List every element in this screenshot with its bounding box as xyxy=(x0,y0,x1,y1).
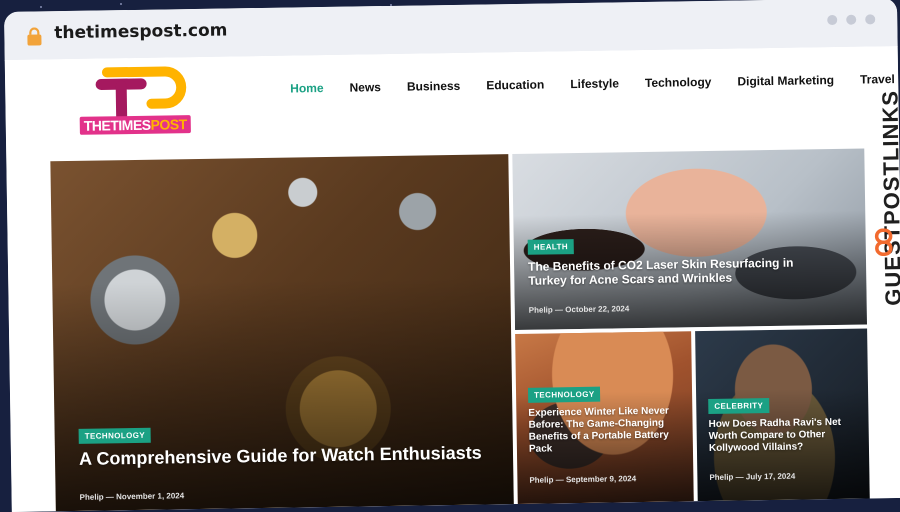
nav-technology[interactable]: Technology xyxy=(632,75,725,90)
brand-text: GUESTPOSTLINKS xyxy=(877,89,900,306)
nav-travel[interactable]: Travel xyxy=(847,72,900,87)
logo-text-part1: THETIMES xyxy=(83,116,151,134)
article-title[interactable]: How Does Radha Ravi's Net Worth Compare … xyxy=(708,417,859,455)
article-card-technology[interactable]: TECHNOLOGY Experience Winter Like Never … xyxy=(515,331,694,504)
category-tag[interactable]: HEALTH xyxy=(527,239,575,255)
article-meta: Phelip — September 9, 2024 xyxy=(529,474,636,485)
article-author[interactable]: Phelip xyxy=(529,305,553,314)
window-dot[interactable] xyxy=(827,14,838,26)
website: THETIMESPOST Home News Business Educatio… xyxy=(4,45,900,512)
featured-article-card[interactable]: TECHNOLOGY A Comprehensive Guide for Wat… xyxy=(50,154,514,512)
logo-text-part2: POST xyxy=(150,116,187,133)
category-tag[interactable]: TECHNOLOGY xyxy=(527,386,601,403)
guestpostlinks-brand: GUESTPOSTLINKS xyxy=(863,86,900,337)
article-card-health[interactable]: HEALTH The Benefits of CO2 Laser Skin Re… xyxy=(512,148,868,331)
window-dot[interactable] xyxy=(846,14,857,25)
logo-text: THETIMESPOST xyxy=(79,115,191,135)
article-meta: Phelip — November 1, 2024 xyxy=(80,491,185,502)
article-title[interactable]: The Benefits of CO2 Laser Skin Resurfaci… xyxy=(528,255,828,289)
article-author[interactable]: Phelip xyxy=(709,473,733,482)
browser-window: thetimespost.com THETIMESPOST Home News … xyxy=(4,0,900,512)
nav-education[interactable]: Education xyxy=(473,77,557,93)
window-controls xyxy=(827,14,876,26)
meta-separator: — xyxy=(735,472,744,482)
nav-digital-marketing[interactable]: Digital Marketing xyxy=(724,73,847,89)
lock-icon xyxy=(27,27,42,46)
meta-separator: — xyxy=(554,305,564,315)
article-title[interactable]: Experience Winter Like Never Before: The… xyxy=(528,405,679,455)
article-date: October 22, 2024 xyxy=(565,304,630,315)
category-tag[interactable]: CELEBRITY xyxy=(708,398,770,414)
window-dot[interactable] xyxy=(865,14,876,25)
meta-separator: — xyxy=(555,475,564,485)
category-tag[interactable]: TECHNOLOGY xyxy=(78,427,152,444)
article-meta: Phelip — October 22, 2024 xyxy=(529,304,630,315)
url-text[interactable]: thetimespost.com xyxy=(54,20,227,43)
nav-business[interactable]: Business xyxy=(394,79,474,94)
nav-home[interactable]: Home xyxy=(277,81,337,96)
article-author[interactable]: Phelip xyxy=(80,492,104,501)
article-date: November 1, 2024 xyxy=(116,491,185,502)
link-icon xyxy=(874,228,893,256)
nav-lifestyle[interactable]: Lifestyle xyxy=(557,76,632,91)
main-nav: Home News Business Education Lifestyle T… xyxy=(277,72,900,96)
meta-separator: — xyxy=(105,492,114,502)
nav-news[interactable]: News xyxy=(336,80,394,95)
article-card-celebrity[interactable]: CELEBRITY How Does Radha Ravi's Net Wort… xyxy=(695,328,870,502)
article-date: September 9, 2024 xyxy=(565,474,637,485)
site-logo[interactable]: THETIMESPOST xyxy=(79,63,206,137)
article-date: July 17, 2024 xyxy=(745,471,796,482)
article-meta: Phelip — July 17, 2024 xyxy=(709,472,795,482)
article-author[interactable]: Phelip xyxy=(529,475,553,484)
